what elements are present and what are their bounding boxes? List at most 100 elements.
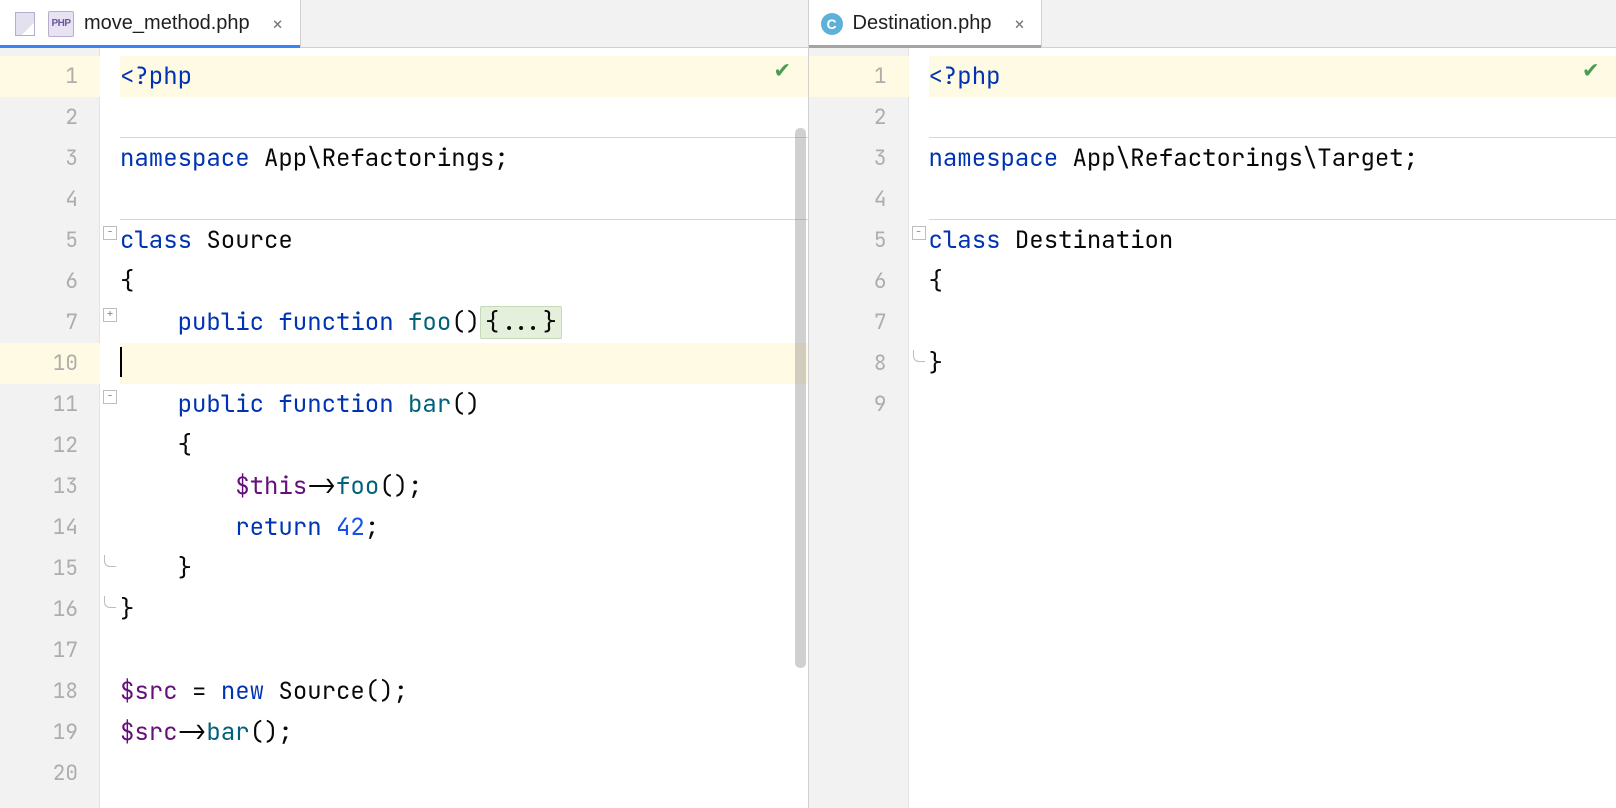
code-line[interactable]: { — [120, 425, 808, 466]
fold-cell[interactable]: + — [100, 294, 120, 335]
code-area[interactable]: <?php namespace App\Refactorings; class So… — [120, 48, 808, 808]
code-line[interactable] — [120, 97, 808, 138]
fold-cell — [100, 499, 120, 540]
left-pane: PHP move_method.php × ✔ 1234567101112131… — [0, 0, 809, 808]
line-number: 4 — [0, 179, 100, 220]
fold-cell — [100, 89, 120, 130]
close-icon[interactable]: × — [272, 14, 284, 34]
inspection-ok-icon[interactable]: ✔ — [1584, 54, 1598, 85]
fold-cell — [100, 171, 120, 212]
line-number: 17 — [0, 630, 100, 671]
token-plain: } — [929, 348, 943, 379]
line-number: 20 — [0, 753, 100, 794]
code-line[interactable]: <?php — [929, 56, 1616, 97]
code-line[interactable]: class Source — [120, 220, 808, 261]
fold-cell[interactable] — [100, 540, 120, 581]
token-plain: ; — [1404, 143, 1418, 174]
code-line[interactable]: { — [120, 261, 808, 302]
fold-cell — [909, 48, 929, 89]
editor-right[interactable]: ✔ 123456789 − <?phpnamespace App\Refacto… — [809, 48, 1616, 808]
token-fold-dots: {...} — [480, 306, 562, 339]
token-plain: ; — [365, 512, 379, 543]
token-plain: (); — [250, 717, 293, 748]
code-line[interactable]: class Destination — [929, 220, 1616, 261]
token-var: $src — [120, 717, 178, 748]
token-plain — [120, 471, 235, 502]
token-plain: (); — [379, 471, 422, 502]
fold-cell[interactable]: − — [909, 212, 929, 253]
code-line[interactable] — [120, 179, 808, 220]
line-number: 12 — [0, 425, 100, 466]
code-line[interactable]: } — [120, 589, 808, 630]
fold-cell — [909, 253, 929, 294]
token-fn: bar — [408, 389, 451, 420]
code-line[interactable] — [120, 630, 808, 671]
tab-destination[interactable]: C Destination.php × — [809, 0, 1043, 47]
token-kw: namespace — [120, 143, 264, 174]
php-file-icon — [12, 11, 38, 37]
token-plain: { — [120, 266, 134, 297]
line-number: 3 — [809, 138, 909, 179]
code-line[interactable]: namespace App\Refactorings; — [120, 138, 808, 179]
fold-cell — [100, 335, 120, 376]
fold-cell[interactable] — [909, 335, 929, 376]
fold-collapse-icon[interactable]: − — [103, 226, 117, 240]
fold-cell — [100, 458, 120, 499]
code-line[interactable] — [929, 302, 1616, 343]
token-fn: foo — [336, 471, 379, 502]
code-line[interactable]: } — [929, 343, 1616, 384]
code-line[interactable] — [929, 97, 1616, 138]
code-line[interactable]: <?php — [120, 56, 808, 97]
token-fn: bar — [206, 717, 249, 748]
scrollbar-thumb[interactable] — [795, 128, 806, 668]
code-line[interactable]: $src = new Source(); — [120, 671, 808, 712]
fold-cell[interactable]: − — [100, 376, 120, 417]
fold-cell[interactable] — [100, 581, 120, 622]
token-kw: return — [235, 512, 336, 543]
fold-collapse-icon[interactable]: − — [103, 390, 117, 404]
code-line[interactable]: $src->bar(); — [120, 712, 808, 753]
code-line[interactable]: public function bar() — [120, 384, 808, 425]
code-line[interactable]: } — [120, 548, 808, 589]
token-plain: Source(); — [278, 676, 408, 707]
line-number: 15 — [0, 548, 100, 589]
token-plain: App\Refactorings — [264, 143, 494, 174]
token-plain: Destination — [1015, 225, 1173, 256]
code-line[interactable]: return 42; — [120, 507, 808, 548]
code-line[interactable] — [120, 343, 808, 384]
token-plain: { — [120, 430, 192, 461]
token-num: 42 — [336, 512, 365, 543]
right-pane: C Destination.php × ✔ 123456789 − <?phpn… — [809, 0, 1616, 808]
tab-label: Destination.php — [853, 12, 992, 35]
code-line[interactable]: public function foo(){...} — [120, 302, 808, 343]
tab-move-method[interactable]: PHP move_method.php × — [0, 0, 301, 47]
code-line[interactable]: namespace App\Refactorings\Target; — [929, 138, 1616, 179]
code-line[interactable]: { — [929, 261, 1616, 302]
code-line[interactable] — [929, 179, 1616, 220]
line-number: 7 — [809, 302, 909, 343]
fold-end-icon — [104, 596, 116, 608]
fold-collapse-icon[interactable]: − — [912, 226, 926, 240]
line-number: 7 — [0, 302, 100, 343]
line-number: 4 — [809, 179, 909, 220]
editor-left[interactable]: ✔ 12345671011121314151617181920 −+− <?ph… — [0, 48, 808, 808]
token-kw: new — [221, 676, 279, 707]
tab-bar: C Destination.php × — [809, 0, 1616, 48]
token-plain: ; — [494, 143, 508, 174]
split-editor: PHP move_method.php × ✔ 1234567101112131… — [0, 0, 1616, 808]
inspection-ok-icon[interactable]: ✔ — [775, 54, 789, 85]
gutter: 12345671011121314151617181920 — [0, 48, 100, 808]
close-icon[interactable]: × — [1013, 14, 1025, 34]
code-area[interactable]: <?php namespace App\Refactorings\Target; c… — [929, 48, 1616, 808]
token-plain — [120, 512, 235, 543]
fold-cell — [100, 663, 120, 704]
fold-cell — [100, 48, 120, 89]
token-plain: { — [929, 266, 943, 297]
fold-cell[interactable]: − — [100, 212, 120, 253]
code-line[interactable] — [120, 753, 808, 794]
code-line[interactable] — [929, 384, 1616, 425]
line-number: 8 — [809, 343, 909, 384]
code-line[interactable]: $this->foo(); — [120, 466, 808, 507]
fold-expand-icon[interactable]: + — [103, 308, 117, 322]
token-plain: () — [451, 307, 480, 338]
